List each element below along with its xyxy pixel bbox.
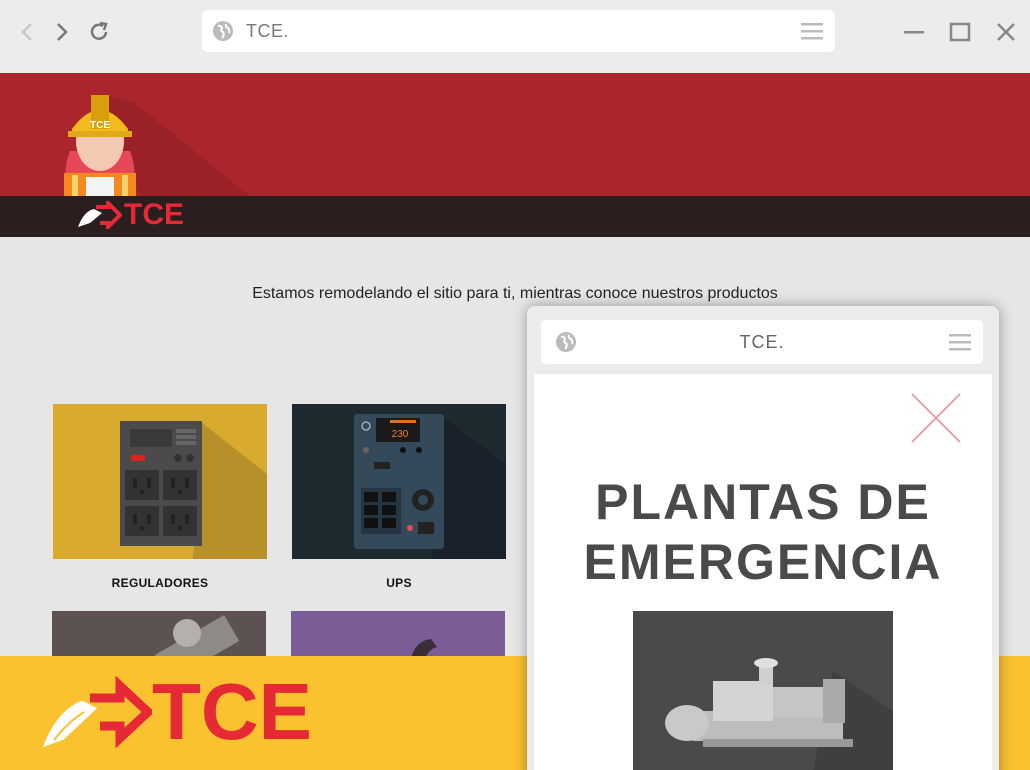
ups-illustration: 230 xyxy=(354,414,506,559)
browser-toolbar: TCE. xyxy=(0,0,1030,73)
generator-image xyxy=(633,611,893,770)
address-text: TCE. xyxy=(246,21,290,41)
mobile-heading-line-1: PLANTAS DE xyxy=(595,474,931,530)
address-bar[interactable]: TCE. xyxy=(202,10,835,52)
notice-line-1: Estamos remodelando el sitio para ti, mi… xyxy=(252,285,778,302)
site-logo-bar: TCE xyxy=(0,196,1030,237)
product-label-reguladores[interactable]: REGULADORES xyxy=(53,576,267,590)
mobile-page: PLANTAS DE EMERGENCIA xyxy=(534,374,992,770)
helmet-label: TCE xyxy=(90,120,110,131)
globe-icon xyxy=(212,20,234,47)
generator-illustration xyxy=(665,658,893,770)
ups-display-value: 230 xyxy=(392,429,409,440)
minimize-icon[interactable] xyxy=(900,18,928,46)
menu-icon[interactable] xyxy=(949,332,971,357)
maximize-icon[interactable] xyxy=(946,18,974,46)
mascot-shadow xyxy=(95,93,250,196)
regulator-illustration xyxy=(120,421,267,559)
product-label-ups[interactable]: UPS xyxy=(292,576,506,590)
mobile-heading-line-2: EMERGENCIA xyxy=(583,534,943,590)
close-icon[interactable] xyxy=(992,18,1020,46)
footer-logo[interactable]: TCE xyxy=(40,672,312,752)
mobile-preview-window: TCE. PLANTAS DE EMERGENCIA xyxy=(527,306,999,770)
footer-logo-text: TCE xyxy=(152,667,312,756)
mascot-worker-illustration: TCE xyxy=(64,95,136,196)
plug-arrow-icon xyxy=(78,201,122,229)
screenshot-stage: TCE. TCE TCE Estamos remodelando el siti… xyxy=(0,0,1030,770)
product-tile-reguladores[interactable] xyxy=(53,404,267,559)
site-logo-text: TCE xyxy=(124,198,184,231)
site-header: TCE xyxy=(0,73,1030,196)
mobile-address-bar[interactable]: TCE. xyxy=(541,320,983,364)
back-icon[interactable] xyxy=(14,18,40,46)
mobile-address-text: TCE. xyxy=(739,332,785,352)
site-logo[interactable]: TCE xyxy=(76,200,184,230)
plug-arrow-icon xyxy=(41,675,152,749)
reload-icon[interactable] xyxy=(86,18,112,46)
menu-icon[interactable] xyxy=(801,21,823,46)
forward-icon[interactable] xyxy=(49,18,75,46)
close-icon[interactable] xyxy=(910,392,962,449)
product-tile-ups[interactable]: 230 xyxy=(292,404,506,559)
